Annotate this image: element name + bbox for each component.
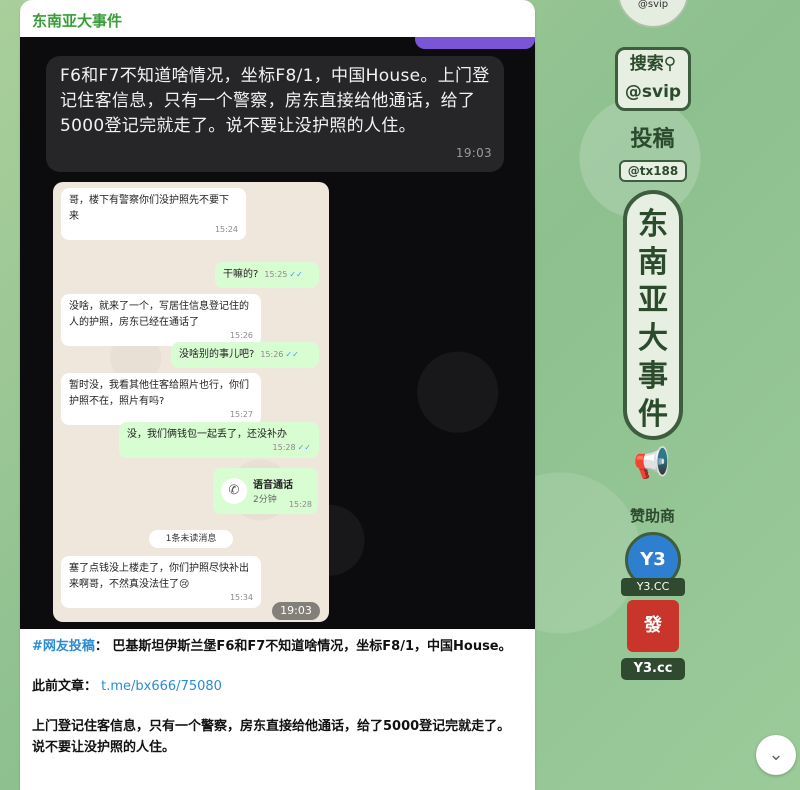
search-label: 搜索 — [629, 54, 664, 74]
wa-message-time: 15:34 — [229, 593, 253, 602]
wa-message-incoming: 哥，楼下有警察你们没护照先不要下来 15:24 — [61, 188, 246, 240]
vertical-char: 东 — [638, 207, 668, 242]
vertical-char: 亚 — [638, 283, 668, 318]
wa-message-text: 塞了点钱没上楼走了，你们护照尽快补出来啊哥，不然真没法住了😢 — [69, 563, 249, 590]
read-ticks-icon: ✓✓ — [289, 270, 303, 279]
search-promo-box: 搜索⚲ @svip — [615, 47, 691, 111]
caption-headline: #网友投稿： 巴基斯坦伊斯兰堡F6和F7不知道啥情况，坐标F8/1，中国Hous… — [32, 636, 522, 657]
unread-divider: 1条未读消息 — [149, 530, 233, 548]
tougao-label: 投稿 — [630, 127, 675, 152]
caption-headline-text: ： 巴基斯坦伊斯兰堡F6和F7不知道啥情况，坐标F8/1，中国House。 — [94, 639, 512, 654]
call-time: 15:28 — [288, 500, 312, 509]
previous-article-label: 此前文章： — [32, 679, 98, 694]
voice-call-bubble: ✆ 语音通话 2分钟 15:28 — [213, 468, 318, 514]
call-duration: 2分钟 — [253, 495, 277, 505]
search-icon: ⚲ — [663, 54, 677, 74]
phone-call-icon: ✆ — [221, 478, 247, 504]
wa-message-text: 没啥，就来了一个，写居住信息登记住的人的护照，房东已经在通话了 — [69, 301, 249, 328]
previous-article-link[interactable]: t.me/bx666/75080 — [101, 679, 222, 694]
wa-message-time: 15:26 — [260, 350, 284, 359]
vertical-char: 事 — [638, 359, 668, 394]
mahjong-logo: 發 — [627, 600, 679, 652]
wa-message-incoming: 没啥，就来了一个，写居住信息登记住的人的护照，房东已经在通话了 15:26 — [61, 294, 261, 346]
channel-name[interactable]: 东南亚大事件 — [32, 10, 122, 31]
caption-previous-article: 此前文章： t.me/bx666/75080 — [32, 676, 522, 697]
wa-message-text: 没，我们俩钱包一起丢了，还没补办 — [127, 429, 287, 440]
chevron-down-icon: ⌄ — [768, 744, 784, 765]
wa-message-text: 暂时没，我看其他住客给照片也行，你们护照不在，照片有吗? — [69, 380, 249, 407]
telegram-message-bubble: F6和F7不知道啥情况，坐标F8/1，中国House。上门登记住客信息，只有一个… — [46, 56, 504, 172]
caption-body-text: 上门登记住客信息，只有一个警察，房东直接给他通话，给了5000登记完就走了。说不… — [32, 719, 511, 755]
read-ticks-icon: ✓✓ — [297, 443, 311, 452]
wa-message-outgoing: 干嘛的? 15:25 ✓✓ — [215, 262, 319, 288]
avatar: @svip — [617, 0, 689, 28]
vertical-char: 大 — [638, 321, 668, 356]
wa-message-time: 15:24 — [214, 225, 238, 234]
y3-domain-small: Y3.CC — [621, 578, 685, 596]
call-title: 语音通话 — [253, 480, 293, 491]
megaphone-icon: 📢 — [633, 446, 671, 481]
embedded-screenshot[interactable]: F6和F7不知道啥情况，坐标F8/1，中国House。上门登记住客信息，只有一个… — [20, 37, 535, 629]
message-caption: #网友投稿： 巴基斯坦伊斯兰堡F6和F7不知道啥情况，坐标F8/1，中国Hous… — [32, 636, 522, 777]
vertical-char: 件 — [638, 397, 668, 432]
tx-handle: @tx188 — [619, 160, 687, 182]
vertical-channel-title: 东 南 亚 大 事 件 — [623, 190, 683, 440]
search-handle: @svip — [624, 82, 682, 102]
caption-body: 上门登记住客信息，只有一个警察，房东直接给他通话，给了5000登记完就走了。说不… — [32, 716, 522, 758]
wa-message-meta: 15:28 ✓✓ — [127, 443, 311, 453]
wa-message-text: 干嘛的? — [223, 269, 259, 280]
wa-message-outgoing: 没，我们俩钱包一起丢了，还没补办 15:28 ✓✓ — [119, 422, 319, 458]
wa-message-time: 15:28 — [272, 443, 296, 452]
whatsapp-screenshot: 哥，楼下有警察你们没护照先不要下来 15:24 干嘛的? 15:25 ✓✓ 没啥，就… — [53, 182, 329, 622]
wa-message-text: 哥，楼下有警察你们没护照先不要下来 — [69, 195, 229, 222]
sponsor-label: 赞助商 — [629, 507, 675, 525]
wa-message-time: 15:26 — [229, 331, 253, 340]
wa-message-incoming: 暂时没，我看其他住客给照片也行，你们护照不在，照片有吗? 15:27 — [61, 373, 261, 425]
telegram-message-time: 19:03 — [455, 146, 492, 160]
read-ticks-icon: ✓✓ — [285, 350, 299, 359]
hashtag-link[interactable]: #网友投稿 — [32, 639, 95, 654]
wa-message-time: 15:27 — [229, 410, 253, 419]
channel-message[interactable]: 东南亚大事件 F6和F7不知道啥情况，坐标F8/1，中国House。上门登记住客… — [20, 0, 535, 790]
scroll-down-button[interactable]: ⌄ — [756, 735, 796, 775]
telegram-message-text: F6和F7不知道啥情况，坐标F8/1，中国House。上门登记住客信息，只有一个… — [60, 66, 490, 136]
wa-message-incoming: 塞了点钱没上楼走了，你们护照尽快补出来啊哥，不然真没法住了😢 15:34 — [61, 556, 261, 608]
media-timestamp: 19:03 — [272, 602, 320, 620]
wa-message-time: 15:25 — [264, 270, 288, 279]
channel-promo-wallpaper: @svip 搜索⚲ @svip 投稿 @tx188 东 南 亚 大 事 件 📢 … — [605, 0, 700, 700]
wa-message-text: 没啥别的事儿吧? — [179, 349, 255, 360]
y3-domain-large: Y3.cc — [621, 658, 685, 680]
wa-message-outgoing: 没啥别的事儿吧? 15:26 ✓✓ — [171, 342, 319, 368]
vertical-char: 南 — [638, 245, 668, 280]
previous-bubble-edge — [415, 37, 535, 49]
